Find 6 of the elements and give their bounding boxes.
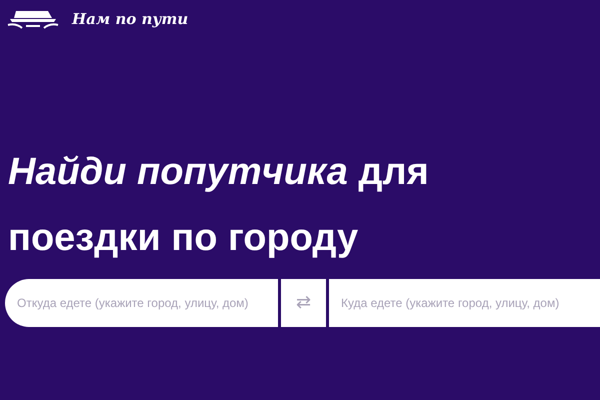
origin-field[interactable]: Откуда едете (укажите город, улицу, дом) xyxy=(5,278,278,326)
swap-button[interactable]: ⇄ xyxy=(281,278,326,326)
logo-text: Нам по пути xyxy=(72,9,188,30)
car-logo-icon xyxy=(6,8,60,30)
headline: Найди попутчика для поездки по городу xyxy=(8,150,430,260)
destination-field[interactable]: Куда едете (укажите город, улицу, дом) xyxy=(329,278,600,326)
